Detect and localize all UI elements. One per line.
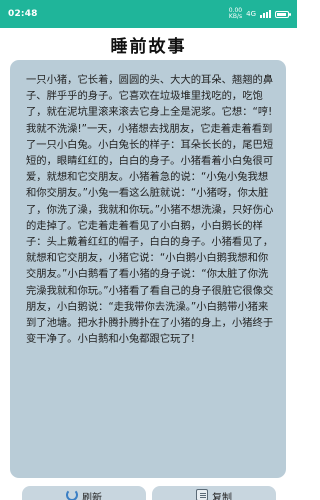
refresh-button[interactable]: 刷新 — [22, 486, 146, 500]
status-time: 02:48 — [8, 9, 38, 19]
battery-icon — [275, 10, 291, 18]
refresh-icon — [66, 489, 78, 500]
battery-fill — [277, 12, 286, 16]
app-header: 睡前故事 — [0, 28, 297, 60]
status-bar: 02:48 0.00 KB/s 4G — [0, 0, 297, 28]
bottom-bar: 刷新 复制 — [0, 480, 297, 500]
copy-icon — [196, 489, 208, 500]
copy-button[interactable]: 复制 — [152, 486, 276, 500]
story-text: 一只小猪，它长着，圆圆的头、大大的耳朵、翘翘的鼻子、胖乎乎的身子。它喜欢在垃圾堆… — [26, 74, 274, 346]
copy-label: 复制 — [212, 493, 232, 500]
page-title: 睡前故事 — [110, 36, 187, 57]
signal-icon — [260, 10, 271, 18]
status-indicators: 0.00 KB/s 4G — [229, 8, 291, 20]
network-speed: 0.00 KB/s — [229, 8, 242, 20]
network-type: 4G — [246, 10, 256, 18]
story-card[interactable]: 一只小猪，它长着，圆圆的头、大大的耳朵、翘翘的鼻子、胖乎乎的身子。它喜欢在垃圾堆… — [10, 60, 286, 478]
refresh-label: 刷新 — [82, 493, 102, 500]
network-speed-unit: KB/s — [228, 13, 243, 20]
